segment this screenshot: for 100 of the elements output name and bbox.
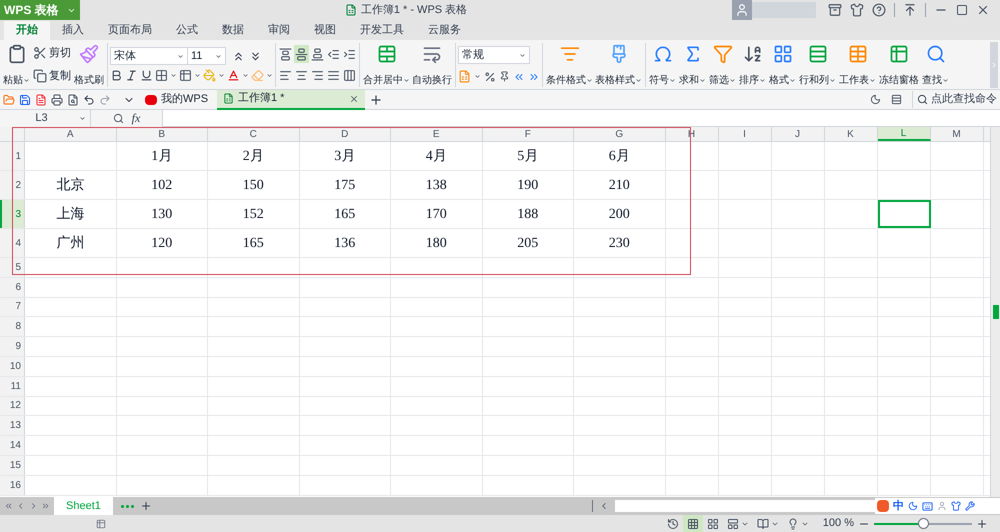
fill-color-icon[interactable]: [203, 69, 216, 82]
table-cell[interactable]: 150: [208, 171, 300, 199]
save-icon[interactable]: [19, 94, 31, 106]
ribbon-tab[interactable]: 插入: [50, 21, 96, 40]
history-icon[interactable]: [666, 518, 679, 530]
italic-icon[interactable]: [125, 69, 138, 82]
help-icon[interactable]: [872, 3, 886, 17]
shirt-icon[interactable]: [950, 501, 961, 511]
ribbon-tab[interactable]: 云服务: [416, 21, 473, 40]
wrench-icon[interactable]: [964, 501, 975, 511]
row-header[interactable]: 3: [0, 200, 25, 228]
zoom-in-icon[interactable]: [976, 518, 988, 530]
column-header[interactable]: B: [116, 127, 208, 141]
column-header[interactable]: A: [25, 127, 116, 141]
row-header[interactable]: 2: [0, 171, 25, 199]
name-box[interactable]: L3: [0, 110, 91, 126]
close-tab-icon[interactable]: [349, 94, 359, 104]
first-sheet-icon[interactable]: [4, 501, 14, 511]
undo-icon[interactable]: [83, 94, 95, 106]
cell-style-icon[interactable]: [179, 69, 192, 82]
table-cell[interactable]: 120: [116, 229, 208, 257]
column-header[interactable]: I: [718, 127, 772, 141]
row-header[interactable]: 15: [0, 456, 25, 475]
row-header[interactable]: 4: [0, 229, 25, 257]
table-cell[interactable]: 165: [300, 200, 391, 228]
table-cell[interactable]: 102: [116, 171, 208, 199]
table-cell[interactable]: 138: [391, 171, 482, 199]
table-cell[interactable]: 188: [482, 200, 574, 228]
row-header[interactable]: 12: [0, 396, 25, 416]
keyboard-icon[interactable]: [922, 500, 933, 512]
user-avatar[interactable]: [732, 0, 752, 20]
font-name-select[interactable]: 宋体: [110, 47, 188, 65]
function-label[interactable]: fx: [132, 109, 140, 127]
column-header[interactable]: M: [930, 127, 984, 141]
table-cell[interactable]: 170: [391, 200, 482, 228]
table-cell[interactable]: 136: [300, 229, 391, 257]
upload-icon[interactable]: [903, 3, 917, 17]
ribbon-button[interactable]: 合并居中: [362, 42, 411, 88]
table-cell[interactable]: 广州: [25, 229, 116, 257]
table-cell[interactable]: 175: [300, 171, 391, 199]
row-header[interactable]: 11: [0, 376, 25, 396]
ribbon-button[interactable]: 格式刷: [73, 42, 105, 88]
underline-icon[interactable]: [140, 69, 153, 82]
column-header[interactable]: C: [208, 127, 300, 141]
ribbon-button[interactable]: 工作表: [838, 42, 877, 88]
ribbon-button[interactable]: 格式: [768, 42, 797, 88]
vertical-scrollbar[interactable]: [990, 127, 1000, 497]
row-header[interactable]: 5: [0, 258, 25, 277]
ribbon-button[interactable]: 行和列: [798, 42, 837, 88]
add-sheet-icon[interactable]: [140, 500, 152, 512]
panel-icon[interactable]: [891, 94, 902, 105]
column-header[interactable]: E: [391, 127, 482, 141]
moon-icon[interactable]: [908, 501, 918, 511]
table-cell[interactable]: 6月: [574, 142, 666, 170]
ribbon-tab[interactable]: 开发工具: [348, 21, 416, 40]
active-cell[interactable]: [878, 200, 930, 228]
ribbon-tab[interactable]: 数据: [210, 21, 256, 40]
row-header[interactable]: 1: [0, 142, 25, 170]
row-header[interactable]: 10: [0, 356, 25, 376]
last-sheet-icon[interactable]: [40, 501, 50, 511]
column-header[interactable]: J: [772, 127, 824, 141]
ribbon-button[interactable]: 查找: [921, 42, 950, 88]
horizontal-scrollbar[interactable]: [614, 500, 875, 512]
zoom-slider[interactable]: [874, 518, 972, 530]
bold-icon[interactable]: [110, 69, 123, 82]
ribbon-button[interactable]: 求和: [678, 42, 707, 88]
open-folder-icon[interactable]: [3, 94, 15, 106]
row-header[interactable]: 8: [0, 317, 25, 336]
table-cell[interactable]: 205: [482, 229, 574, 257]
column-header[interactable]: D: [300, 127, 391, 141]
cut-button[interactable]: 剪切: [33, 45, 71, 62]
grid-view-icon[interactable]: [682, 515, 703, 532]
ribbon-button[interactable]: 符号: [648, 42, 677, 88]
ribbon-tab[interactable]: 公式: [164, 21, 210, 40]
ribbon-tab[interactable]: 审阅: [256, 21, 302, 40]
ribbon-tab[interactable]: 视图: [302, 21, 348, 40]
table-cell[interactable]: 210: [574, 171, 666, 199]
table-cell[interactable]: 北京: [25, 171, 116, 199]
table-cell[interactable]: 5月: [482, 142, 574, 170]
ribbon-button[interactable]: 表格样式: [594, 42, 643, 88]
shirt-icon[interactable]: [850, 3, 864, 17]
person-icon[interactable]: [936, 501, 947, 511]
ribbon-button[interactable]: 冻结窗格: [878, 42, 920, 88]
ribbon-button[interactable]: 粘贴: [2, 42, 31, 88]
command-search[interactable]: 点此查找命令: [912, 91, 997, 108]
copy-button[interactable]: 复制: [33, 68, 71, 84]
printer-icon[interactable]: [51, 94, 63, 106]
table-cell[interactable]: 230: [574, 229, 666, 257]
new-tab-icon[interactable]: [369, 92, 383, 106]
table-cell[interactable]: 152: [208, 200, 300, 228]
table-cell[interactable]: 200: [574, 200, 666, 228]
table-cell[interactable]: 180: [391, 229, 482, 257]
middle-align-icon[interactable]: [294, 45, 309, 63]
ribbon-button[interactable]: 条件格式: [545, 42, 594, 88]
table-cell[interactable]: 3月: [300, 142, 391, 170]
archive-icon[interactable]: [828, 3, 842, 17]
table-cell[interactable]: 165: [208, 229, 300, 257]
font-color-icon[interactable]: [227, 69, 240, 82]
ime-toolbar[interactable]: 中: [874, 498, 1000, 514]
row-header[interactable]: 7: [0, 298, 25, 316]
